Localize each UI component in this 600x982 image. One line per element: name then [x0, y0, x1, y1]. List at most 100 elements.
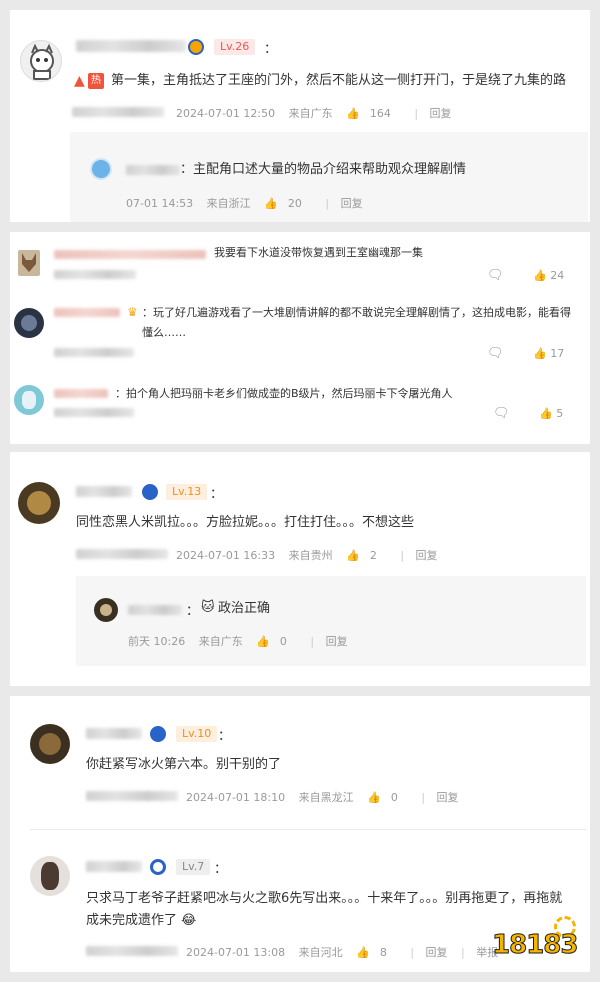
comment-location: 来自黑龙江 [298, 791, 354, 804]
reply-avatar[interactable] [90, 158, 112, 180]
thumb-up-icon: 👍 [264, 197, 278, 210]
like-count: 0 [390, 791, 398, 804]
like-button[interactable]: 👍 8 [356, 946, 397, 959]
comment-text: 我要看下水道没带恢复遇到王室幽魂那一集 [214, 246, 423, 259]
level-badge: Lv.13 [166, 484, 208, 500]
username-blurred[interactable] [54, 389, 108, 398]
verified-badge-icon [150, 859, 166, 875]
username-blurred[interactable] [86, 728, 142, 739]
comment-text: ：玩了好几遍游戏看了一大堆剧情讲解的都不敢说完全理解剧情了，这拍成电影，能看得懂… [142, 306, 571, 339]
comment-date: 2024-07-01 13:08 [186, 946, 286, 959]
reply-location: 来自广东 [198, 635, 243, 648]
avatar-image [100, 604, 112, 616]
comment-meta: 2024-07-01 13:08 来自河北 👍 8 | 回复 | 举报 [186, 944, 508, 960]
playstation-badge-icon [142, 484, 158, 500]
avatar-image [21, 315, 37, 331]
reply-location: 来自浙江 [206, 197, 251, 210]
like-count: 8 [379, 946, 387, 959]
comment-location: 来自广东 [288, 107, 333, 120]
avatar[interactable] [18, 250, 40, 276]
hot-badge: ▲ 热 [74, 73, 108, 89]
reply-avatar[interactable] [94, 598, 118, 622]
like-button[interactable]: 👍 0 [367, 791, 408, 804]
level-badge: Lv.10 [176, 726, 218, 742]
blurred-info [76, 549, 168, 559]
reply-reply-button[interactable]: 回复 [326, 635, 348, 648]
reply-like-button[interactable]: 👍 0 [256, 635, 297, 648]
avatar[interactable] [18, 482, 60, 524]
comment-meta: 2024-07-01 16:33 来自贵州 👍 2 | 回复 [176, 547, 448, 563]
comment-bubble-icon[interactable]: 🗨 [493, 406, 510, 421]
username-blurred[interactable] [76, 486, 132, 497]
thumb-up-icon: 👍 [533, 347, 547, 360]
username-blurred[interactable] [76, 40, 186, 52]
divider-line [30, 829, 586, 830]
reply-username-blurred[interactable] [126, 165, 180, 175]
avatar[interactable] [14, 385, 44, 415]
playstation-badge-icon [150, 726, 166, 742]
divider: | [414, 107, 419, 120]
reply-button[interactable]: 回复 [416, 549, 438, 562]
reply-box: ：主配角口述大量的物品介绍来帮助观众理解剧情 07-01 14:53 来自浙江 … [70, 132, 588, 222]
reply-button[interactable]: 回复 [437, 791, 459, 804]
thumb-up-icon: 👍 [256, 635, 270, 648]
reply-meta: 07-01 14:53 来自浙江 👍 20 | 回复 [126, 195, 373, 211]
comment-date: 2024-07-01 16:33 [176, 549, 276, 562]
reply-meta: 前天 10:26 来自广东 👍 0 | 回复 [128, 633, 358, 649]
avatar-image [22, 391, 36, 409]
avatar[interactable] [20, 40, 62, 82]
comment-bubble-icon[interactable]: 🗨 [487, 346, 504, 361]
blurred-info [72, 107, 164, 117]
username-blurred[interactable] [54, 250, 206, 259]
reply-reply-button[interactable]: 回复 [341, 197, 363, 210]
comment-text: ：拍个角人把玛丽卡老乡们做成壶的B级片，然后玛丽卡下令屠光角人 [115, 387, 453, 400]
like-button[interactable]: 👍 5 [539, 407, 563, 420]
username-blurred[interactable] [54, 308, 120, 317]
verified-badge-icon [188, 39, 204, 55]
comment-location: 来自河北 [298, 946, 343, 959]
like-button[interactable]: 👍 164 [346, 107, 401, 120]
thumb-up-icon: 👍 [539, 407, 553, 420]
reply-date: 前天 10:26 [128, 635, 186, 648]
reply-like-count: 20 [287, 197, 302, 210]
divider: | [461, 946, 465, 959]
divider: | [325, 197, 330, 210]
hot-label: 热 [88, 73, 104, 89]
divider: | [310, 635, 315, 648]
avatar[interactable] [30, 856, 70, 896]
avatar[interactable] [14, 308, 44, 338]
thumb-up-icon: 👍 [533, 269, 547, 282]
comment-line2: 成未完成遗作了 😂 [86, 910, 196, 932]
divider: | [421, 791, 426, 804]
comment-bubble-icon[interactable]: 🗨 [487, 268, 504, 283]
like-count: 164 [369, 107, 391, 120]
comment-text: 同性恋黑人米凯拉。。。方脸拉妮。。。打住打住。。。不想这些 [76, 515, 415, 530]
cat-emoji-icon: 🐱 [201, 600, 215, 615]
like-button[interactable]: 👍 2 [346, 549, 387, 562]
comment-meta: 2024-07-01 12:50 来自广东 👍 164 | 回复 [176, 105, 462, 121]
comment-card-2: 我要看下水道没带恢复遇到王室幽魂那一集 🗨 👍 24 ♛ ：玩了好几遍游戏看了一… [10, 232, 590, 444]
blurred-info [86, 946, 178, 956]
animal-avatar-icon [22, 253, 36, 272]
laughing-emoji-icon: 😂 [181, 913, 197, 928]
divider: | [400, 549, 405, 562]
reply-username-blurred[interactable] [128, 605, 182, 615]
reply-like-count: 0 [279, 635, 287, 648]
comment-text-line1: 只求马丁老爷子赶紧吧冰与火之歌6先写出来。。。十来年了。。。别再拖更了，再拖就 [86, 891, 563, 906]
avatar[interactable] [30, 724, 70, 764]
like-button[interactable]: 👍 24 [533, 269, 564, 282]
level-badge: Lv.7 [176, 859, 211, 875]
username-blurred[interactable] [86, 861, 142, 872]
blurred-date [54, 348, 134, 357]
colon: ： [214, 862, 228, 877]
colon: ： [264, 42, 278, 57]
reply-button[interactable]: 回复 [426, 946, 448, 959]
avatar-image [41, 862, 59, 890]
reply-button[interactable]: 回复 [430, 107, 452, 120]
like-button[interactable]: 👍 17 [533, 347, 564, 360]
reply-like-button[interactable]: 👍 20 [264, 197, 312, 210]
comment-text-line2: 成未完成遗作了 [86, 913, 178, 928]
comment-meta: 2024-07-01 18:10 来自黑龙江 👍 0 | 回复 [186, 789, 469, 805]
flame-icon: ▲ [74, 73, 85, 89]
colon: ： [186, 604, 200, 619]
